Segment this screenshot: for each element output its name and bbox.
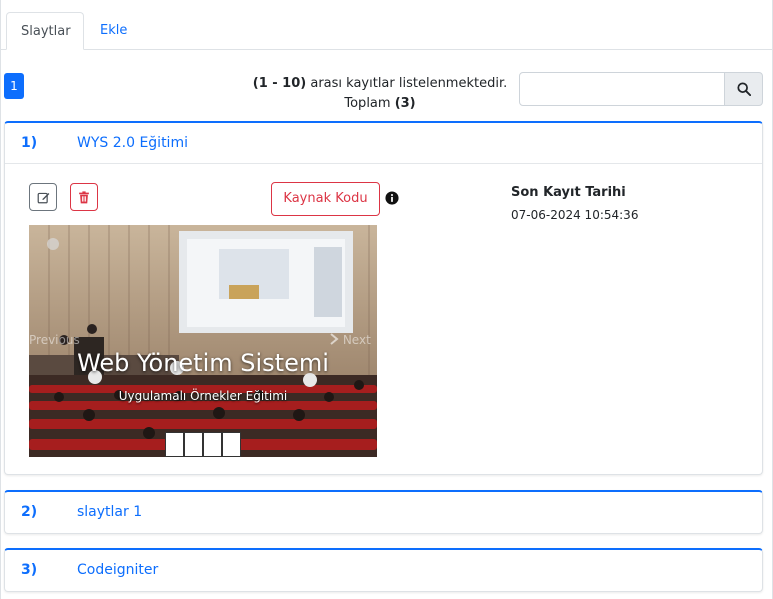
listing-info: (1 - 10) arası kayıtlar listelenmektedir…	[230, 74, 530, 114]
trash-icon	[79, 190, 89, 203]
info-icon[interactable]	[385, 191, 399, 205]
last-saved-value: 07-06-2024 10:54:36	[511, 208, 639, 222]
listing-range-suffix: arası kayıtlar listelenmektedir.	[306, 76, 508, 91]
record-title[interactable]: slaytlar 1	[77, 504, 142, 520]
slide-caption-title: Web Yönetim Sistemi	[77, 349, 329, 377]
record-number: 3)	[21, 562, 38, 578]
tab-slaytlar[interactable]: Slaytlar	[6, 12, 84, 50]
record-card-2: 2) slaytlar 1	[4, 490, 763, 534]
carousel-indicator[interactable]	[222, 432, 241, 457]
slide-caption-subtitle: Uygulamalı Örnekler Eğitimi	[118, 389, 288, 403]
carousel-next-button[interactable]: Next	[329, 333, 371, 347]
record-card-3: 3) Codeigniter	[4, 548, 763, 592]
carousel-indicators	[165, 432, 241, 457]
carousel-indicator[interactable]	[165, 432, 184, 457]
chevron-right-icon	[330, 333, 339, 345]
tab-bar: Slaytlar Ekle	[0, 0, 773, 50]
listing-total-value: (3)	[394, 96, 416, 111]
record-header-3[interactable]: 3) Codeigniter	[5, 550, 762, 590]
carousel-indicator[interactable]	[203, 432, 222, 457]
slide-carousel[interactable]: Previous Next Web Yönetim Sistemi Uygula…	[29, 225, 377, 457]
delete-button[interactable]	[70, 183, 98, 211]
source-code-button[interactable]: Kaynak Kodu	[271, 182, 380, 216]
pagination-current-page[interactable]: 1	[4, 73, 24, 99]
slide-image	[29, 225, 377, 457]
carousel-prev-button[interactable]: Previous	[29, 333, 80, 347]
listing-range: (1 - 10)	[252, 76, 307, 91]
record-title[interactable]: WYS 2.0 Eğitimi	[77, 135, 188, 151]
record-header-2[interactable]: 2) slaytlar 1	[5, 492, 762, 532]
listing-total-label: Toplam	[344, 96, 395, 111]
record-body-1: Kaynak Kodu Son Kayıt Tarihi 07-06-2024 …	[5, 163, 762, 473]
carousel-indicator[interactable]	[184, 432, 203, 457]
edit-button[interactable]	[29, 183, 57, 211]
record-number: 1)	[21, 135, 38, 151]
record-header-1[interactable]: 1) WYS 2.0 Eğitimi	[5, 123, 762, 163]
search-button[interactable]	[724, 72, 763, 106]
edit-icon	[37, 192, 49, 203]
search-icon	[736, 82, 751, 96]
record-title[interactable]: Codeigniter	[77, 562, 158, 578]
record-card-1: 1) WYS 2.0 Eğitimi Kaynak Kodu Son Kayıt…	[4, 121, 763, 475]
record-number: 2)	[21, 504, 38, 520]
carousel-next-label: Next	[342, 333, 371, 347]
search-input[interactable]	[519, 72, 725, 106]
tab-ekle[interactable]: Ekle	[86, 12, 141, 50]
last-saved-label: Son Kayıt Tarihi	[511, 185, 626, 200]
